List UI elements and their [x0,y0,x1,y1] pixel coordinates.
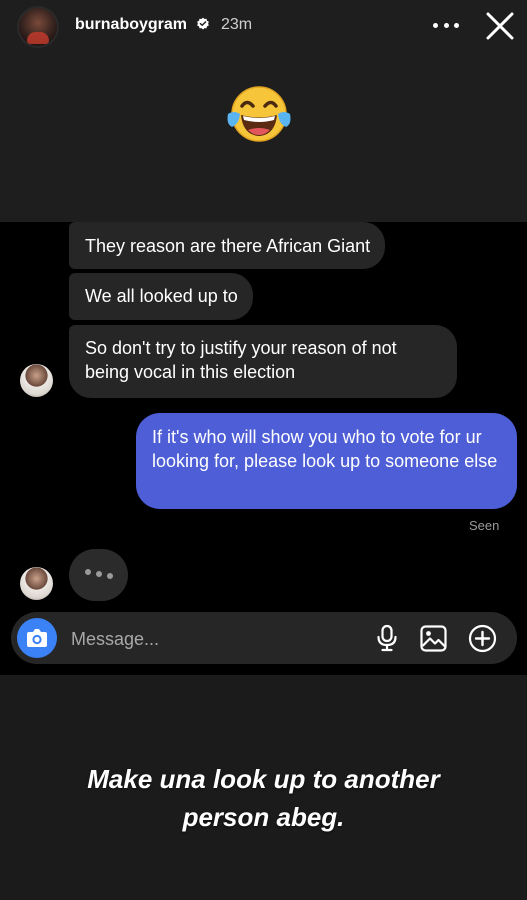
story-header-area: burnaboygram 23m [0,0,527,222]
message-composer [11,612,517,666]
camera-button[interactable] [17,618,57,658]
sender-avatar[interactable] [20,364,53,397]
post-time: 23m [221,16,253,33]
camera-icon [27,629,47,647]
username[interactable]: burnaboygram [75,16,187,34]
caption-line: person abeg. [182,802,345,832]
received-message[interactable]: We all looked up to [69,273,253,320]
sent-message[interactable]: If it's who will show you who to vote fo… [136,413,517,509]
received-message[interactable]: So don't try to justify your reason of n… [69,325,457,398]
chat-screenshot: They reason are there African Giant We a… [0,222,527,675]
verified-badge-icon [197,17,209,30]
caption-line: Make una look up to another [87,764,440,794]
gallery-icon[interactable] [420,625,447,652]
face-with-tears-of-joy-icon [227,86,291,142]
sender-avatar[interactable] [20,567,53,600]
story-caption: Make una look up to another person abeg. [0,760,527,836]
plus-circle-icon[interactable] [468,624,497,653]
close-icon[interactable] [484,10,516,42]
received-message[interactable]: They reason are there African Giant [69,222,386,269]
typing-indicator [69,549,128,601]
message-input[interactable] [69,612,363,666]
microphone-icon[interactable] [375,624,399,652]
avatar[interactable] [17,6,59,48]
more-icon[interactable] [433,21,459,29]
seen-status: Seen [469,518,500,533]
